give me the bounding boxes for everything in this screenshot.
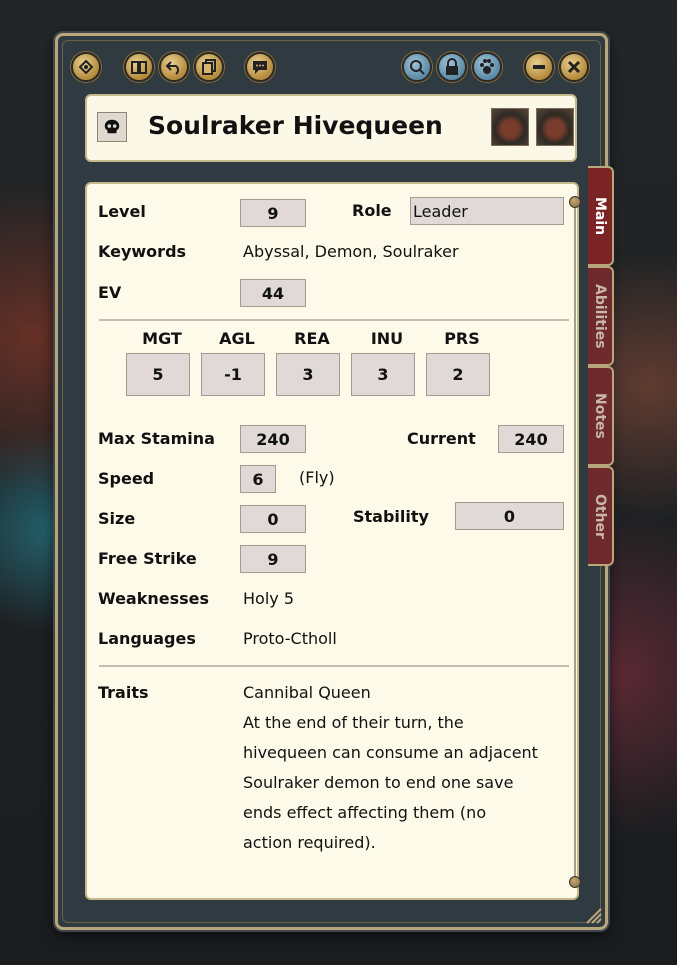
current-stamina-field[interactable]: 240 xyxy=(498,425,564,453)
lock-icon[interactable] xyxy=(437,52,467,82)
npc-name[interactable]: Soulraker Hivequeen xyxy=(148,111,443,140)
tab-other[interactable]: Other xyxy=(588,466,614,566)
traits-label: Traits xyxy=(98,683,149,702)
trait-description-line: Soulraker demon to end one save xyxy=(243,773,514,792)
copy-icon[interactable] xyxy=(194,52,224,82)
role-label: Role xyxy=(352,201,392,220)
languages-label: Languages xyxy=(98,629,196,648)
char-label-inu: INU xyxy=(370,329,404,348)
char-label-rea: REA xyxy=(294,329,330,348)
tab-other-label: Other xyxy=(592,493,608,539)
speed-field[interactable]: 6 xyxy=(240,465,276,493)
char-label-agl: AGL xyxy=(219,329,255,348)
tab-main[interactable]: Main xyxy=(588,166,614,266)
size-field[interactable]: 0 xyxy=(240,505,306,533)
scrollbar-top-knob[interactable] xyxy=(569,196,581,208)
char-field-prs[interactable]: 2 xyxy=(426,353,490,396)
keywords-label: Keywords xyxy=(98,242,187,261)
skull-icon xyxy=(104,119,120,134)
max-stamina-label: Max Stamina xyxy=(98,429,215,448)
max-stamina-field[interactable]: 240 xyxy=(240,425,306,453)
search-icon[interactable] xyxy=(402,52,432,82)
npc-link-icon[interactable] xyxy=(97,112,127,142)
resize-grip-icon[interactable] xyxy=(581,903,603,925)
size-label: Size xyxy=(98,509,136,528)
level-field[interactable]: 9 xyxy=(240,199,306,227)
close-icon[interactable] xyxy=(559,52,589,82)
current-stamina-label: Current xyxy=(407,429,476,448)
portrait-image[interactable] xyxy=(491,108,529,146)
keywords-value[interactable]: Abyssal, Demon, Soulraker xyxy=(243,242,459,261)
languages-value[interactable]: Proto-Ctholl xyxy=(243,629,337,648)
faction-icon[interactable] xyxy=(71,52,101,82)
free-strike-field[interactable]: 9 xyxy=(240,545,306,573)
role-field[interactable]: Leader xyxy=(410,197,564,225)
minimize-icon[interactable] xyxy=(524,52,554,82)
char-field-inu[interactable]: 3 xyxy=(351,353,415,396)
scrollbar-bottom-knob[interactable] xyxy=(569,876,581,888)
scrollbar[interactable] xyxy=(569,196,581,888)
char-label-mgt: MGT xyxy=(142,329,182,348)
chat-icon[interactable] xyxy=(245,52,275,82)
undo-icon[interactable] xyxy=(159,52,189,82)
speed-label: Speed xyxy=(98,469,155,488)
char-label-prs: PRS xyxy=(444,329,480,348)
scrollbar-track[interactable] xyxy=(574,202,576,882)
tab-abilities-label: Abilities xyxy=(592,283,608,349)
main-tab-content: Level 9 Role Leader Keywords Abyssal, De… xyxy=(85,182,581,900)
tab-main-label: Main xyxy=(592,196,608,236)
trait-description-line: ends effect affecting them (no xyxy=(243,803,487,822)
free-strike-label: Free Strike xyxy=(98,549,197,568)
weaknesses-value[interactable]: Holy 5 xyxy=(243,589,294,608)
tab-notes-label: Notes xyxy=(592,393,608,439)
stability-label: Stability xyxy=(353,507,429,526)
journal-icon[interactable] xyxy=(124,52,154,82)
stability-field[interactable]: 0 xyxy=(455,502,564,530)
char-field-mgt[interactable]: 5 xyxy=(126,353,190,396)
divider xyxy=(99,319,569,321)
paw-icon[interactable] xyxy=(472,52,502,82)
npc-sheet-window: Soulraker Hivequeen Level 9 Role Leader … xyxy=(55,33,614,930)
tab-abilities[interactable]: Abilities xyxy=(588,266,614,366)
divider xyxy=(99,665,569,667)
char-field-agl[interactable]: -1 xyxy=(201,353,265,396)
weaknesses-label: Weaknesses xyxy=(98,589,210,608)
title-bar: Soulraker Hivequeen xyxy=(85,94,577,162)
tab-notes[interactable]: Notes xyxy=(588,366,614,466)
level-label: Level xyxy=(98,202,146,221)
char-field-rea[interactable]: 3 xyxy=(276,353,340,396)
speed-note[interactable]: (Fly) xyxy=(299,468,335,487)
trait-description-line: action required). xyxy=(243,833,376,852)
ev-label: EV xyxy=(98,283,122,302)
trait-description-line: At the end of their turn, the xyxy=(243,713,464,732)
token-image[interactable] xyxy=(536,108,574,146)
trait-description-line: hivequeen can consume an adjacent xyxy=(243,743,538,762)
ev-field[interactable]: 44 xyxy=(240,279,306,307)
trait-name[interactable]: Cannibal Queen xyxy=(243,683,371,702)
